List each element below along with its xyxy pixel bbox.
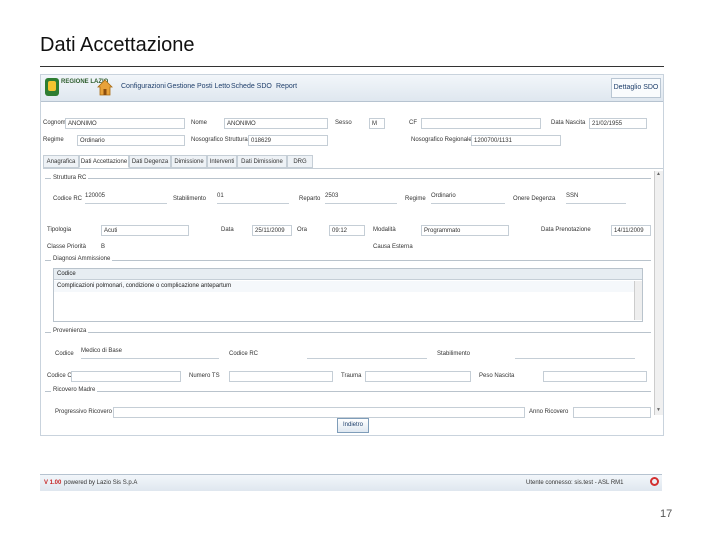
ciu-field[interactable] (71, 371, 181, 382)
nome-label: Nome (191, 120, 208, 126)
classe-priorita-label: Classe Priorità (47, 244, 87, 250)
reparto-value: 2503 (325, 193, 397, 204)
ora-field[interactable]: 09:12 (329, 225, 365, 236)
data-prenotazione-label: Data Prenotazione (541, 227, 591, 233)
stabilimento-label: Stabilimento (173, 196, 207, 202)
diagnosi-grid: Codice Complicazioni polmonari, condizio… (53, 268, 643, 322)
progressivo-field[interactable] (113, 407, 525, 418)
codice-rc-value: 120005 (85, 193, 167, 204)
anno-ricovero-field[interactable] (573, 407, 651, 418)
onere-value: SSN (566, 193, 626, 204)
grid-header-codice: Codice (54, 269, 642, 280)
tab-dati-degenza[interactable]: Dati Degenza (129, 155, 171, 168)
regime-label: Regime (43, 137, 64, 143)
section-divider (45, 391, 651, 392)
modalita-field[interactable]: Programmato (421, 225, 509, 236)
section-provenienza: Provenienza (51, 328, 89, 334)
home-icon[interactable] (97, 79, 113, 96)
tab-dimissione[interactable]: Dimissione (171, 155, 207, 168)
data-nascita-label: Data Nascita (551, 120, 586, 126)
nosografico-struttura-label: Nosografico Struttura (191, 137, 248, 143)
scroll-down-icon[interactable]: ▼ (656, 407, 661, 413)
tab-anagrafica[interactable]: Anagrafica (43, 155, 79, 168)
causa-esterna-label: Causa Esterna (373, 244, 413, 250)
cf-field[interactable] (421, 118, 541, 129)
section-divider (45, 260, 651, 261)
menu-configurazioni[interactable]: Configurazioni (121, 83, 166, 90)
regime-rc-value: Ordinario (431, 193, 505, 204)
grid-scrollbar[interactable] (634, 281, 642, 320)
section-divider (45, 178, 651, 179)
sesso-label: Sesso (335, 120, 352, 126)
menu-schede-sdo[interactable]: Schede SDO (231, 83, 272, 90)
app-window: REGIONE LAZIO Configurazioni Gestione Po… (40, 74, 664, 436)
tipologia-field[interactable]: Acuti (101, 225, 189, 236)
data-field[interactable]: 25/11/2009 (252, 225, 292, 236)
numero-ts-field[interactable] (229, 371, 333, 382)
ora-label: Ora (297, 227, 308, 233)
cognome-field[interactable]: ANONIMO (65, 118, 185, 129)
page-number: 17 (660, 508, 673, 520)
nosografico-struttura-field[interactable]: 018629 (248, 135, 328, 146)
regime-rc-label: Regime (405, 196, 426, 202)
connected-user-label: Utente connesso: sis.test - ASL RM1 (526, 480, 624, 486)
numero-ts-label: Numero TS (189, 373, 220, 379)
app-footer: V 1.00 powered by Lazio Sis S.p.A Utente… (40, 474, 662, 491)
stabilimento-value: 01 (217, 193, 289, 204)
tipologia-label: Tipologia (47, 227, 72, 233)
onere-label: Onere Degenza (513, 196, 556, 202)
section-diagnosi: Diagnosi Ammissione (51, 256, 113, 262)
nome-field[interactable]: ANONIMO (224, 118, 328, 129)
modalita-label: Modalità (373, 227, 396, 233)
trauma-field[interactable] (365, 371, 471, 382)
tab-drg[interactable]: DRG (287, 155, 313, 168)
cf-label: CF (409, 120, 417, 126)
anno-ricovero-label: Anno Ricovero (529, 409, 569, 415)
menu-report[interactable]: Report (276, 83, 297, 90)
progressivo-label: Progressivo Ricovero (55, 409, 113, 415)
peso-nascita-label: Peso Nascita (479, 373, 515, 379)
region-logo-icon (45, 78, 59, 96)
provenienza-stabilimento-label: Stabilimento (437, 351, 471, 357)
panel-scrollbar[interactable]: ▲ ▼ (654, 171, 663, 415)
logout-power-icon[interactable] (650, 477, 659, 486)
section-ricovero-madre: Ricovero Madre (51, 387, 98, 393)
section-divider (45, 332, 651, 333)
tab-dati-accettazione[interactable]: Dati Accettazione (79, 155, 129, 168)
title-divider (40, 66, 664, 67)
top-menu-bar: REGIONE LAZIO Configurazioni Gestione Po… (41, 75, 663, 102)
reparto-label: Reparto (299, 196, 321, 202)
nosografico-regionale-label: Nosografico Regionale (411, 137, 472, 143)
menu-gestione-posti-letto[interactable]: Gestione Posti Letto (167, 83, 230, 90)
provenienza-stabilimento-value (515, 348, 635, 359)
data-nascita-field[interactable]: 21/02/1955 (589, 118, 647, 129)
slide-title: Dati Accettazione (40, 34, 195, 56)
data-prenotazione-field[interactable]: 14/11/2009 (611, 225, 651, 236)
provenienza-codice-value: Medico di Base (81, 348, 219, 359)
peso-nascita-field[interactable] (543, 371, 647, 382)
data-label: Data (221, 227, 234, 233)
nosografico-regionale-field[interactable]: 1200700/1131 (471, 135, 561, 146)
regime-field[interactable]: Ordinario (77, 135, 185, 146)
tab-dati-dimissione[interactable]: Dati Dimissione (237, 155, 287, 168)
sesso-field[interactable]: M (369, 118, 385, 129)
codice-rc-label: Codice RC (53, 196, 83, 202)
back-button[interactable]: Indietro (337, 418, 369, 433)
tab-interventi[interactable]: Interventi (207, 155, 237, 168)
detail-sdo-button[interactable]: Dettaglio SDO (611, 78, 661, 98)
scroll-up-icon[interactable]: ▲ (656, 171, 661, 177)
powered-by-label: powered by Lazio Sis S.p.A (64, 480, 138, 486)
provenienza-codice-rc-value (307, 348, 427, 359)
provenienza-codice-label: Codice (55, 351, 74, 357)
version-label: V 1.00 (44, 480, 62, 486)
provenienza-codice-rc-label: Codice RC (229, 351, 259, 357)
table-row[interactable]: Complicazioni polmonari, condizione o co… (54, 281, 634, 292)
trauma-label: Trauma (341, 373, 362, 379)
classe-priorita-value: B (101, 244, 106, 250)
section-struttura-rc: Struttura RC (51, 175, 89, 181)
